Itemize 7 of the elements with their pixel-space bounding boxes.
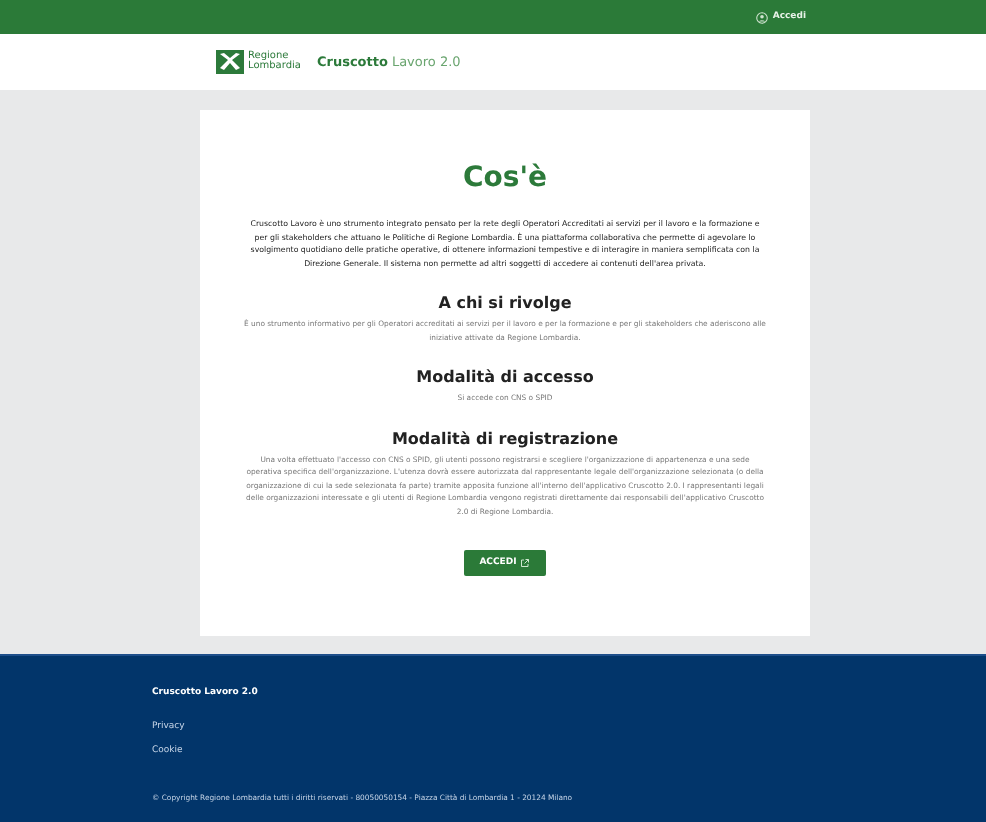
section-heading: Modalità di registrazione (391, 429, 619, 447)
external-link-icon (520, 558, 531, 568)
logo-icon (216, 50, 244, 74)
section-heading: Modalità di accesso (416, 368, 594, 386)
user-icon (756, 11, 769, 23)
section-heading: A chi si rivolge (438, 294, 572, 312)
page-title: Cos'è (462, 162, 547, 194)
